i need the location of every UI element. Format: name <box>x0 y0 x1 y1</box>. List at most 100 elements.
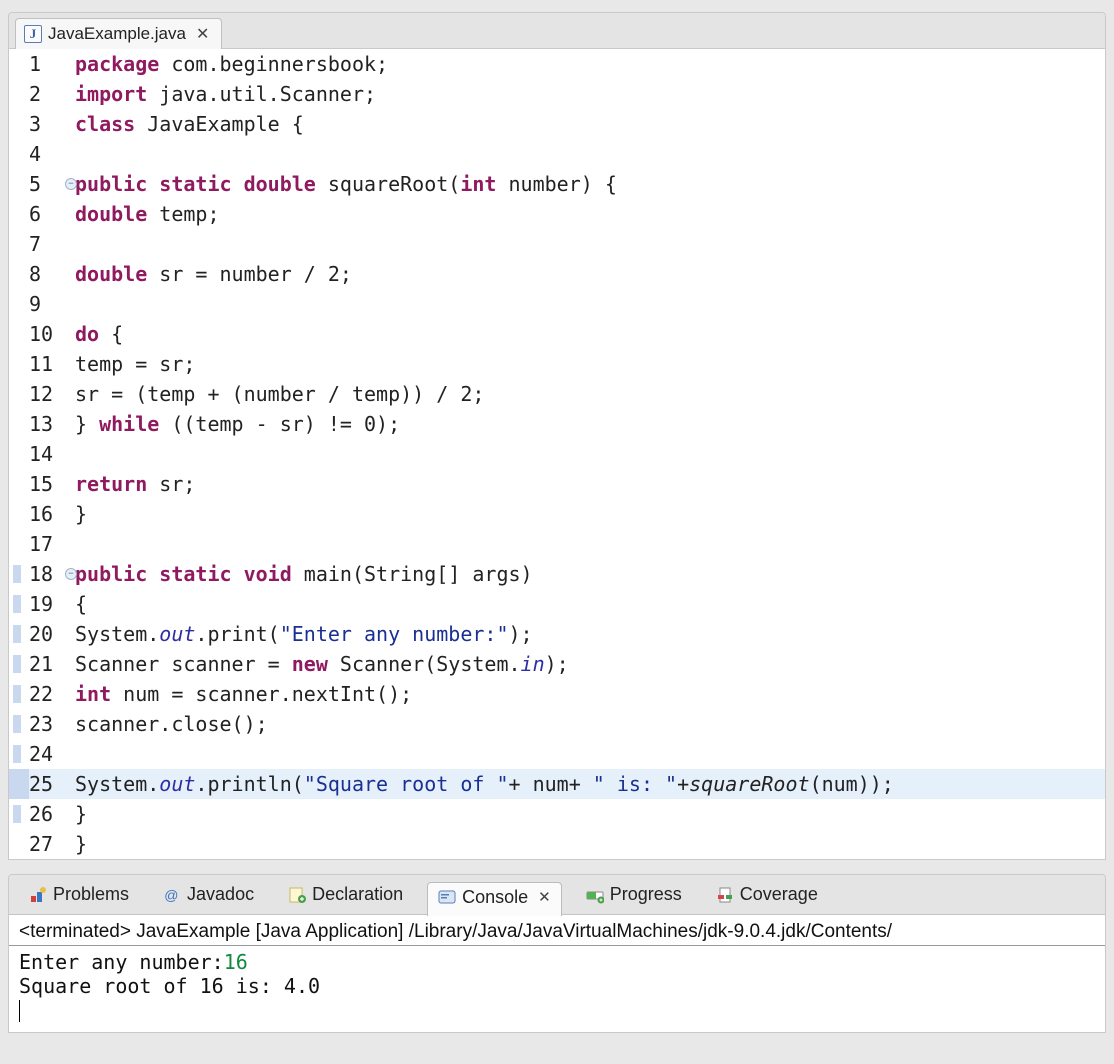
view-tab-label: Problems <box>53 884 129 905</box>
code-line[interactable]: do { <box>75 319 1105 349</box>
close-icon[interactable]: ✕ <box>196 24 209 44</box>
code-line[interactable]: scanner.close(); <box>75 709 1105 739</box>
view-tab-label: Progress <box>610 884 682 905</box>
editor-marker <box>9 439 29 469</box>
view-tab-coverage[interactable]: Coverage <box>706 880 828 909</box>
line-number[interactable]: 26 <box>29 799 75 829</box>
line-number[interactable]: 5− <box>29 169 75 199</box>
code-line[interactable] <box>75 139 1105 169</box>
line-number[interactable]: 27 <box>29 829 75 859</box>
close-icon[interactable]: ✕ <box>538 888 551 906</box>
editor-marker <box>9 649 29 679</box>
editor-tab-javaexample[interactable]: J JavaExample.java ✕ <box>15 18 222 49</box>
editor-marker <box>9 199 29 229</box>
line-number[interactable]: 2 <box>29 79 75 109</box>
fold-toggle-icon[interactable]: − <box>65 178 77 190</box>
code-line[interactable] <box>75 289 1105 319</box>
line-number[interactable]: 21 <box>29 649 75 679</box>
line-number[interactable]: 3 <box>29 109 75 139</box>
coverage-icon <box>716 886 734 904</box>
code-line[interactable]: double temp; <box>75 199 1105 229</box>
code-line[interactable]: System.out.print("Enter any number:"); <box>75 619 1105 649</box>
view-tab-progress[interactable]: Progress <box>576 880 692 909</box>
line-number[interactable]: 11 <box>29 349 75 379</box>
line-number[interactable]: 9 <box>29 289 75 319</box>
text-caret-icon <box>19 1000 20 1022</box>
view-tab-javadoc[interactable]: @Javadoc <box>153 880 264 909</box>
editor-marker <box>9 619 29 649</box>
code-line[interactable]: return sr; <box>75 469 1105 499</box>
line-number[interactable]: 22 <box>29 679 75 709</box>
line-number[interactable]: 12 <box>29 379 75 409</box>
editor-marker <box>9 349 29 379</box>
line-number[interactable]: 6 <box>29 199 75 229</box>
java-file-icon: J <box>24 25 42 43</box>
console-line: Square root of 16 is: 4.0 <box>19 974 1095 998</box>
editor-marker <box>9 469 29 499</box>
fold-toggle-icon[interactable]: − <box>65 568 77 580</box>
view-tab-label: Console <box>462 887 528 908</box>
code-line[interactable]: } <box>75 799 1105 829</box>
line-number[interactable]: 1 <box>29 49 75 79</box>
code-line[interactable]: sr = (temp + (number / temp)) / 2; <box>75 379 1105 409</box>
editor-marker <box>9 259 29 289</box>
console-caret-line <box>19 998 1095 1022</box>
editor-marker <box>9 289 29 319</box>
line-number[interactable]: 15 <box>29 469 75 499</box>
view-tab-console[interactable]: Console ✕ <box>427 882 562 916</box>
line-number[interactable]: 10 <box>29 319 75 349</box>
editor-marker <box>9 679 29 709</box>
line-number[interactable]: 24 <box>29 739 75 769</box>
code-line[interactable] <box>75 439 1105 469</box>
editor-marker <box>9 79 29 109</box>
editor-tab-bar: J JavaExample.java ✕ <box>9 13 1105 49</box>
svg-text:@: @ <box>164 887 178 903</box>
line-number[interactable]: 8 <box>29 259 75 289</box>
console-status: <terminated> JavaExample [Java Applicati… <box>9 915 1105 946</box>
line-number[interactable]: 25 <box>29 769 75 799</box>
editor-marker <box>9 109 29 139</box>
code-line[interactable]: System.out.println("Square root of "+ nu… <box>75 769 1105 799</box>
editor-marker <box>9 799 29 829</box>
editor-marker <box>9 319 29 349</box>
view-tab-declaration[interactable]: Declaration <box>278 880 413 909</box>
code-line[interactable]: } <box>75 829 1105 859</box>
code-line[interactable] <box>75 229 1105 259</box>
line-number[interactable]: 18− <box>29 559 75 589</box>
code-line[interactable]: { <box>75 589 1105 619</box>
code-line[interactable]: temp = sr; <box>75 349 1105 379</box>
editor-marker <box>9 709 29 739</box>
code-line[interactable]: public static void main(String[] args) <box>75 559 1105 589</box>
code-line[interactable]: } <box>75 499 1105 529</box>
line-number[interactable]: 14 <box>29 439 75 469</box>
console-icon <box>438 888 456 906</box>
code-line[interactable]: } while ((temp - sr) != 0); <box>75 409 1105 439</box>
line-number[interactable]: 13 <box>29 409 75 439</box>
line-number[interactable]: 7 <box>29 229 75 259</box>
view-tab-label: Declaration <box>312 884 403 905</box>
code-line[interactable]: package com.beginnersbook; <box>75 49 1105 79</box>
problems-icon <box>29 886 47 904</box>
code-line[interactable]: int num = scanner.nextInt(); <box>75 679 1105 709</box>
line-number[interactable]: 17 <box>29 529 75 559</box>
code-editor[interactable]: 1package com.beginnersbook;2import java.… <box>9 49 1105 859</box>
progress-icon <box>586 886 604 904</box>
line-number[interactable]: 20 <box>29 619 75 649</box>
view-tab-problems[interactable]: Problems <box>19 880 139 909</box>
line-number[interactable]: 23 <box>29 709 75 739</box>
code-line[interactable]: class JavaExample { <box>75 109 1105 139</box>
line-number[interactable]: 16 <box>29 499 75 529</box>
line-number[interactable]: 19 <box>29 589 75 619</box>
code-line[interactable] <box>75 739 1105 769</box>
editor-marker <box>9 379 29 409</box>
code-line[interactable]: import java.util.Scanner; <box>75 79 1105 109</box>
code-line[interactable]: public static double squareRoot(int numb… <box>75 169 1105 199</box>
code-line[interactable]: Scanner scanner = new Scanner(System.in)… <box>75 649 1105 679</box>
code-line[interactable]: double sr = number / 2; <box>75 259 1105 289</box>
declaration-icon <box>288 886 306 904</box>
line-number[interactable]: 4 <box>29 139 75 169</box>
editor-marker <box>9 229 29 259</box>
code-line[interactable] <box>75 529 1105 559</box>
console-output[interactable]: Enter any number:16Square root of 16 is:… <box>9 946 1105 1032</box>
console-line: Enter any number:16 <box>19 950 1095 974</box>
